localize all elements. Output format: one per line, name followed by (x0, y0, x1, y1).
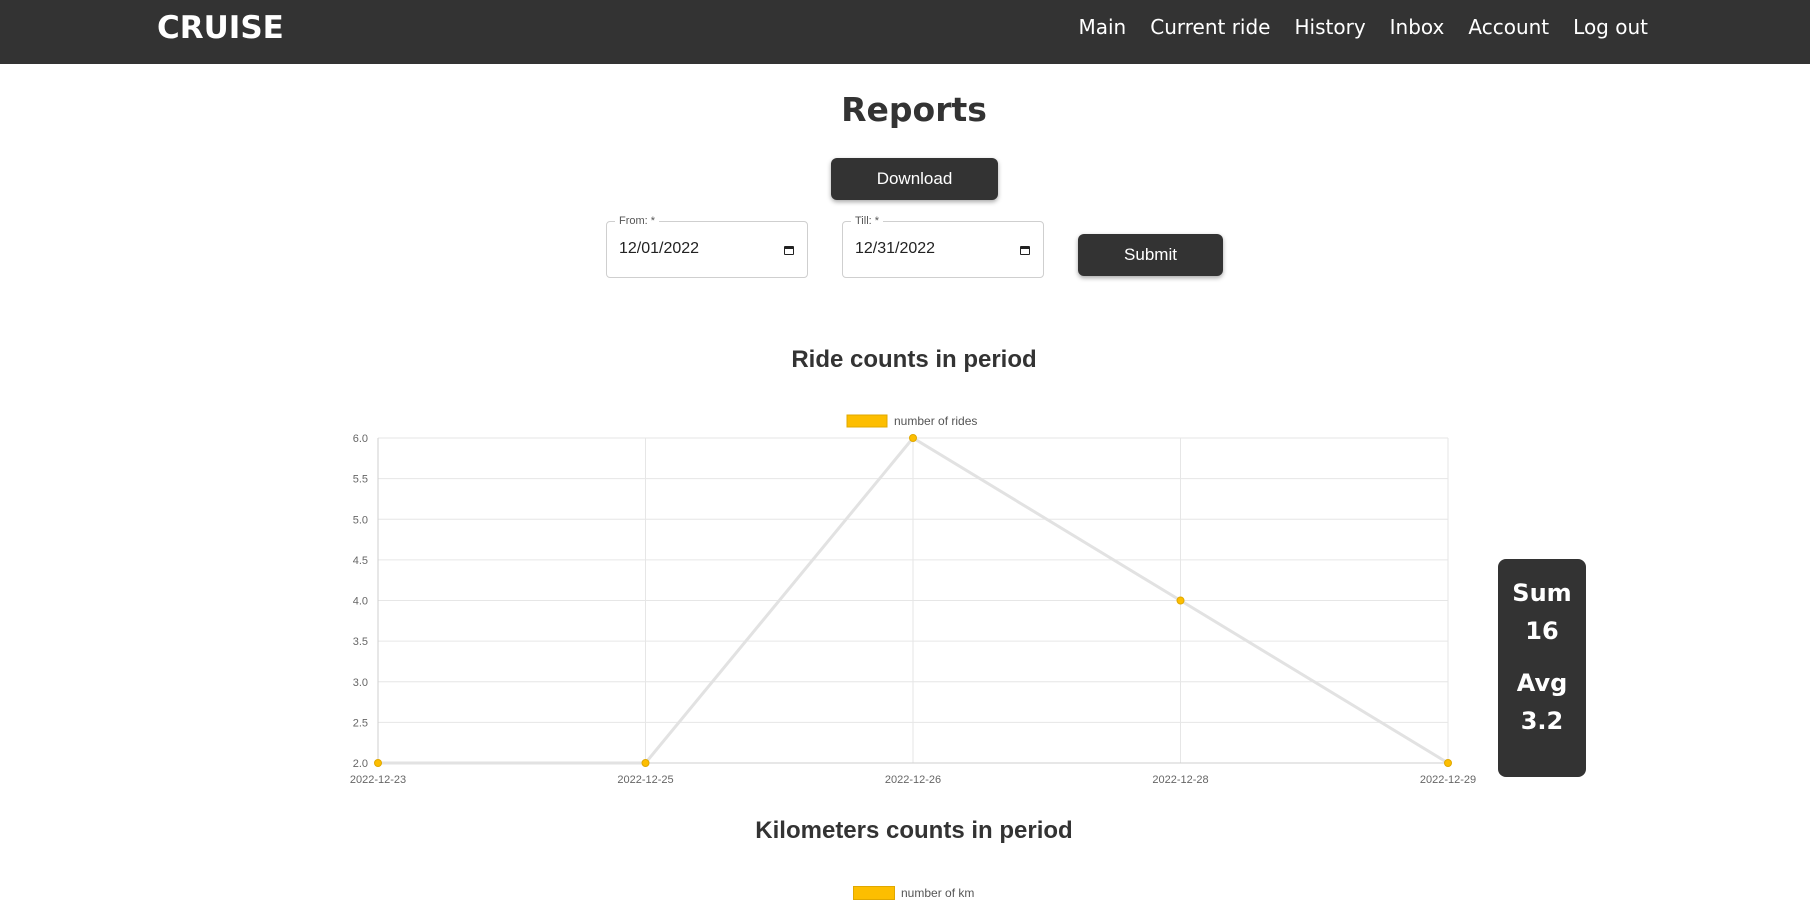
y-tick-label: 5.5 (353, 474, 368, 486)
data-point (641, 759, 650, 767)
sum-value: 16 (1525, 617, 1559, 645)
rides-chart-title: Ride counts in period (791, 346, 1037, 373)
x-tick-label: 2022-12-29 (1420, 774, 1476, 786)
y-tick-label: 6.0 (353, 433, 368, 445)
nav-history[interactable]: History (1283, 15, 1378, 39)
nav-current-ride[interactable]: Current ride (1138, 15, 1282, 39)
sum-stat: Sum 16 (1498, 574, 1586, 650)
nav-account[interactable]: Account (1456, 15, 1561, 39)
nav-links: Main Current ride History Inbox Account … (1066, 15, 1660, 39)
from-date-label: From: * (615, 215, 660, 227)
nav-main[interactable]: Main (1066, 15, 1138, 39)
sum-label: Sum (1512, 579, 1572, 607)
x-tick-label: 2022-12-28 (1152, 774, 1208, 786)
y-tick-label: 3.5 (353, 636, 368, 648)
stats-box: Sum 16 Avg 3.2 (1498, 559, 1586, 777)
y-tick-label: 2.5 (353, 717, 368, 729)
data-point (909, 434, 917, 442)
y-tick-label: 2.0 (353, 758, 368, 770)
x-tick-label: 2022-12-26 (885, 774, 941, 786)
km-legend-swatch (853, 886, 895, 900)
data-point (374, 759, 382, 767)
legend-swatch (846, 414, 888, 428)
calendar-icon[interactable] (784, 246, 794, 255)
km-legend: number of km (853, 886, 974, 900)
till-date-value[interactable]: 12/31/2022 (855, 240, 935, 258)
nav-inbox[interactable]: Inbox (1378, 15, 1457, 39)
y-tick-label: 4.5 (353, 555, 368, 567)
from-date-value[interactable]: 12/01/2022 (619, 240, 699, 258)
rides-line-chart: 2.0 2.5 3.0 3.5 4.0 4.5 5.0 5.5 6.0 2022-12-23 202… (350, 414, 1476, 786)
nav-log-out[interactable]: Log out (1561, 15, 1660, 39)
till-date-field[interactable]: Till: * 12/31/2022 (842, 215, 1044, 278)
submit-button[interactable]: Submit (1078, 234, 1223, 276)
brand-logo[interactable]: CRUISE (157, 10, 284, 46)
avg-stat: Avg 3.2 (1498, 664, 1586, 740)
from-date-field[interactable]: From: * 12/01/2022 (606, 215, 808, 278)
legend-label: number of rides (894, 414, 977, 428)
x-tick-label: 2022-12-23 (350, 774, 406, 786)
y-tick-label: 4.0 (353, 596, 368, 608)
data-point (1176, 596, 1185, 605)
page-title: Reports (841, 90, 987, 129)
download-button[interactable]: Download (831, 158, 998, 200)
km-chart-title: Kilometers counts in period (755, 817, 1073, 844)
data-point (1444, 759, 1452, 767)
till-date-label: Till: * (851, 215, 884, 227)
calendar-icon[interactable] (1020, 246, 1030, 255)
avg-label: Avg (1516, 669, 1568, 697)
y-tick-label: 3.0 (353, 677, 368, 689)
km-legend-label: number of km (901, 886, 975, 900)
x-tick-label: 2022-12-25 (617, 774, 673, 786)
avg-value: 3.2 (1520, 707, 1564, 735)
y-tick-label: 5.0 (353, 514, 368, 526)
top-navbar: CRUISE Main Current ride History Inbox A… (0, 0, 1810, 64)
